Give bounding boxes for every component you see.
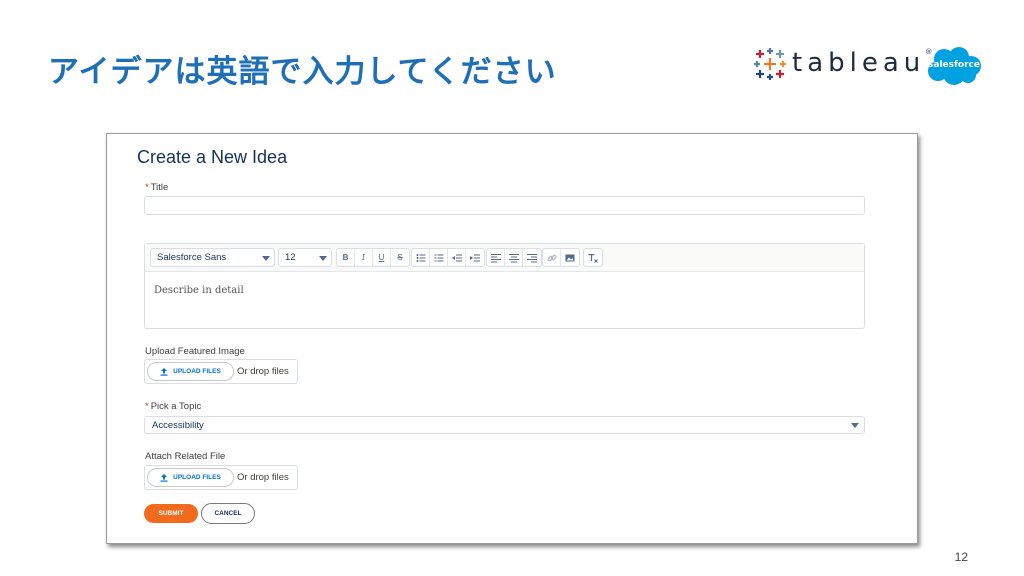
chevron-down-icon [262, 256, 270, 261]
align-left-icon[interactable] [487, 249, 505, 266]
related-file-dropzone[interactable]: UPLOAD FILES Or drop files [144, 465, 298, 490]
featured-image-dropzone[interactable]: UPLOAD FILES Or drop files [144, 359, 298, 384]
page-number: 12 [954, 550, 968, 564]
align-right-icon[interactable] [523, 249, 541, 266]
salesforce-wordmark: salesforce [928, 60, 980, 70]
cancel-button[interactable]: CANCEL [201, 503, 255, 524]
required-marker: * [145, 401, 149, 412]
link-icon[interactable] [543, 249, 561, 266]
featured-image-drop-text: Or drop files [237, 366, 289, 377]
strikethrough-icon[interactable]: S [391, 249, 409, 266]
tableau-logo-mark [754, 48, 786, 80]
tableau-wordmark: tableau® [792, 48, 933, 78]
upload-featured-image-button[interactable]: UPLOAD FILES [147, 362, 234, 381]
font-size-select[interactable]: 12 [278, 248, 332, 267]
bold-icon[interactable]: B [337, 249, 355, 266]
form-heading: Create a New Idea [137, 147, 288, 167]
idea-form-screenshot: Create a New Idea * Title Salesforce Sans… [106, 133, 918, 544]
editor-toolbar: Salesforce Sans 12 B I U S [145, 244, 864, 272]
required-marker: * [145, 182, 149, 193]
alignment-group [486, 248, 542, 267]
outdent-icon[interactable] [448, 249, 466, 266]
logos: tableau® salesforce [752, 44, 984, 88]
topic-select[interactable]: Accessibility [144, 416, 865, 434]
bulleted-list-icon[interactable] [412, 249, 430, 266]
upload-related-file-button[interactable]: UPLOAD FILES [147, 468, 234, 487]
upload-icon [160, 367, 168, 376]
slide-title: アイデアは英語で入力してください [48, 54, 557, 90]
italic-icon[interactable]: I [355, 249, 373, 266]
title-label: * Title [145, 182, 169, 193]
upload-icon [160, 473, 168, 482]
related-file-drop-text: Or drop files [237, 472, 289, 483]
underline-icon[interactable]: U [373, 249, 391, 266]
align-center-icon[interactable] [505, 249, 523, 266]
image-icon[interactable] [561, 249, 579, 266]
text-style-group: B I U S [336, 248, 410, 267]
description-placeholder: Describe in detail [154, 285, 244, 296]
insert-group [542, 248, 580, 267]
clear-group [583, 248, 603, 267]
description-editor[interactable]: Salesforce Sans 12 B I U S Describe in d… [144, 243, 865, 329]
title-input[interactable] [144, 196, 865, 215]
chevron-down-icon [851, 423, 859, 428]
related-file-label: Attach Related File [145, 451, 226, 462]
clear-formatting-icon[interactable] [584, 249, 602, 266]
topic-label: * Pick a Topic [145, 401, 202, 412]
indent-icon[interactable] [466, 249, 484, 266]
font-family-select[interactable]: Salesforce Sans [150, 248, 275, 267]
numbered-list-icon[interactable] [430, 249, 448, 266]
submit-button[interactable]: SUBMIT [144, 504, 198, 523]
list-indent-group [411, 248, 485, 267]
featured-image-label: Upload Featured Image [145, 346, 245, 357]
chevron-down-icon [319, 256, 327, 261]
